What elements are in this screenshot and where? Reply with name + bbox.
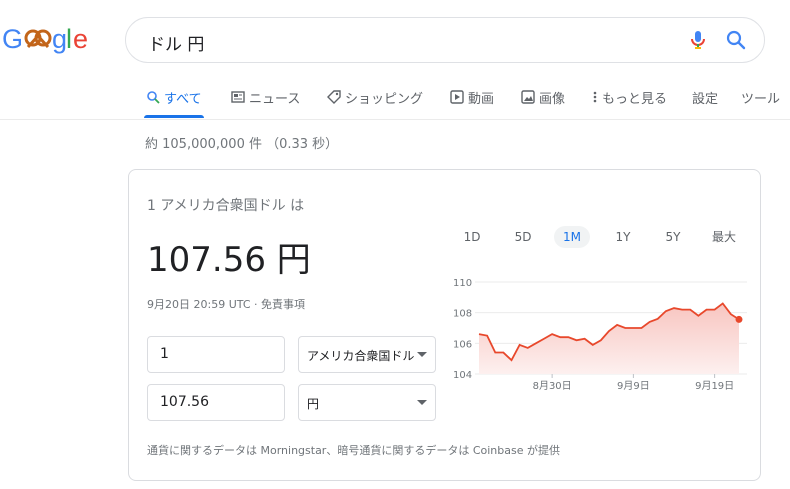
- x-tick-label: 9月19日: [695, 380, 734, 392]
- svg-text:g: g: [52, 24, 67, 54]
- tab-label: ニュース: [249, 92, 301, 107]
- tag-icon: [327, 90, 341, 104]
- range-max[interactable]: 最大: [704, 226, 744, 248]
- data-source-credit: 通貨に関するデータは Morningstar、暗号通貨に関するデータは Coin…: [147, 444, 560, 457]
- tab-label: ツール: [741, 92, 781, 107]
- to-currency-select[interactable]: 円: [298, 384, 436, 421]
- range-1m[interactable]: 1M: [554, 226, 590, 248]
- svg-text:l: l: [66, 24, 72, 54]
- select-value: 円: [307, 397, 320, 411]
- range-5y[interactable]: 5Y: [655, 226, 691, 248]
- conversion-result: 107.56 円: [147, 240, 311, 280]
- search-box[interactable]: ドル 円: [125, 17, 765, 63]
- timestamp-disclaimer[interactable]: 9月20日 20:59 UTC · 免責事項: [147, 296, 305, 312]
- more-vert-icon: [592, 90, 598, 104]
- y-tick-label: 110: [453, 278, 472, 289]
- y-tick-label: 106: [453, 339, 472, 350]
- from-currency-select[interactable]: アメリカ合衆国ドル: [298, 336, 436, 373]
- tab-label: 画像: [539, 92, 566, 107]
- doodle-pretzel-icon: [24, 29, 52, 49]
- currency-converter-card: 1 アメリカ合衆国ドル は 107.56 円 9月20日 20:59 UTC ·…: [128, 169, 761, 481]
- dropdown-arrow-icon: [417, 352, 427, 357]
- range-1y[interactable]: 1Y: [605, 226, 641, 248]
- exchange-rate-chart[interactable]: 110 108 106 104 8月30日 9月9日 9月19日: [437, 270, 755, 396]
- tab-label: すべて: [164, 92, 202, 107]
- tab-shopping[interactable]: ショッピング: [327, 88, 423, 118]
- play-icon: [450, 90, 464, 104]
- svg-text:G: G: [2, 24, 23, 54]
- news-icon: [231, 90, 245, 104]
- tab-label: もっと見る: [602, 92, 668, 107]
- tab-tools[interactable]: ツール: [741, 88, 780, 118]
- tab-label: 設定: [692, 92, 719, 107]
- tab-label: ショッピング: [345, 92, 424, 107]
- microphone-icon[interactable]: [686, 28, 710, 52]
- tab-images[interactable]: 画像: [521, 88, 565, 118]
- search-icon: [146, 90, 160, 104]
- tab-more[interactable]: もっと見る: [592, 88, 667, 118]
- svg-text:e: e: [73, 24, 88, 54]
- google-logo[interactable]: G g l e: [2, 22, 92, 56]
- range-1d[interactable]: 1D: [453, 226, 491, 248]
- tab-videos[interactable]: 動画: [450, 88, 494, 118]
- search-input[interactable]: ドル 円: [148, 30, 204, 55]
- tab-all[interactable]: すべて: [144, 88, 204, 118]
- current-point: [735, 315, 743, 323]
- to-amount-input[interactable]: 107.56: [147, 384, 285, 421]
- dropdown-arrow-icon: [417, 400, 427, 405]
- search-tabs: すべて ニュース ショッピング 動画 画像 もっと見る 設定 ツール: [0, 84, 790, 120]
- tab-news[interactable]: ニュース: [231, 88, 300, 118]
- y-tick-label: 108: [453, 309, 472, 320]
- x-tick-label: 8月30日: [533, 380, 572, 392]
- search-icon[interactable]: [724, 28, 748, 52]
- x-tick-label: 9月9日: [617, 380, 650, 392]
- y-tick-label: 104: [453, 370, 472, 381]
- range-5d[interactable]: 5D: [504, 226, 542, 248]
- image-icon: [521, 90, 535, 104]
- tab-settings[interactable]: 設定: [692, 88, 718, 118]
- conversion-source-label: 1 アメリカ合衆国ドル は: [147, 198, 305, 214]
- range-selector: 1D 5D 1M 1Y 5Y 最大: [447, 224, 747, 250]
- tab-label: 動画: [468, 92, 495, 107]
- select-value: アメリカ合衆国ドル: [307, 349, 415, 363]
- result-stats: 約 105,000,000 件 （0.33 秒）: [145, 137, 339, 152]
- from-amount-input[interactable]: 1: [147, 336, 285, 373]
